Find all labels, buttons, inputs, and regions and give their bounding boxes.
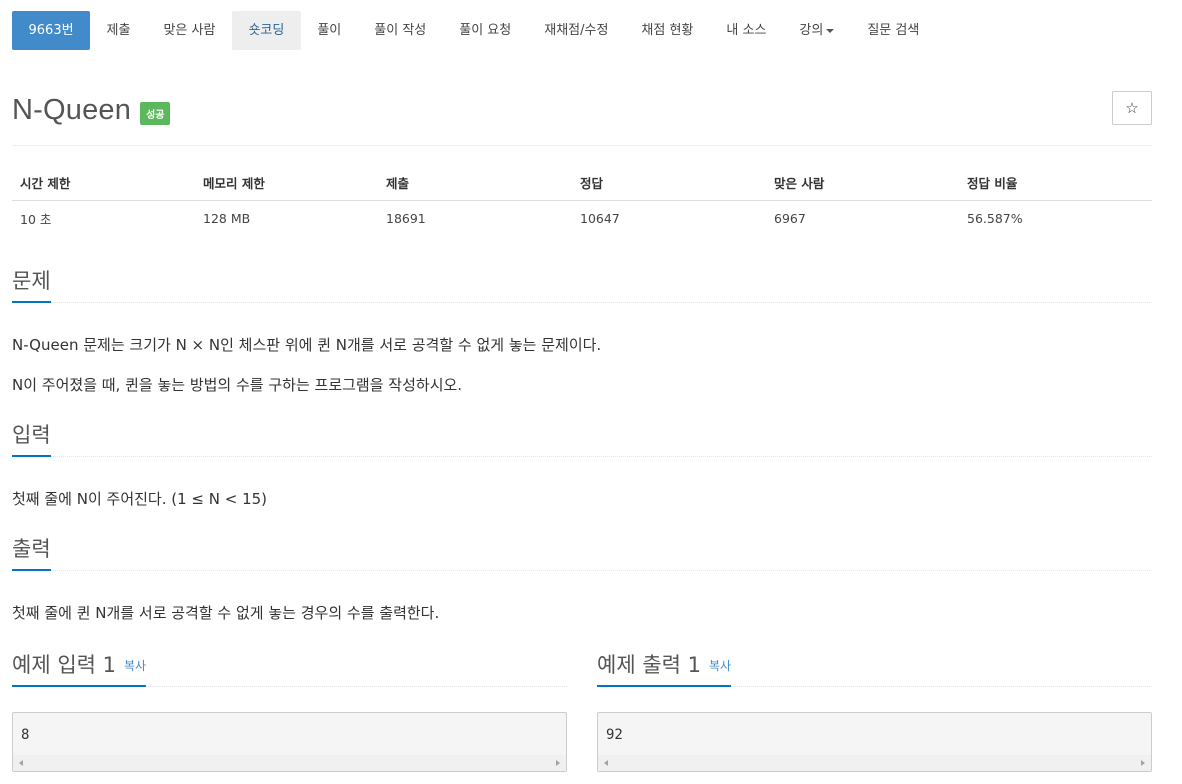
- sample-input-title: 예제 입력 1: [12, 653, 116, 677]
- cell-accept-ratio: 56.587%: [967, 210, 1023, 226]
- tab-problem-number[interactable]: 9663번: [12, 11, 91, 50]
- scroll-right-icon[interactable]: [1141, 760, 1145, 766]
- sample-input-header: 예제 입력 1 복사: [12, 652, 567, 687]
- output-description: 첫째 줄에 퀸 N개를 서로 공격할 수 없게 놓는 경우의 수를 출력한다.: [12, 604, 440, 622]
- sample-input-heading: 예제 입력 1 복사: [12, 652, 147, 687]
- scroll-left-icon[interactable]: [604, 760, 608, 766]
- tab-write-solution[interactable]: 풀이 작성: [358, 11, 443, 50]
- problem-heading: 문제: [12, 268, 51, 303]
- input-section-header: 입력: [12, 422, 1152, 457]
- tab-accepted-users[interactable]: 맞은 사람: [147, 11, 232, 50]
- horizontal-scrollbar[interactable]: [13, 755, 566, 771]
- problem-section-header: 문제: [12, 268, 1152, 303]
- header-accepted-users: 맞은 사람: [766, 166, 959, 201]
- problem-info-table: 시간 제한 메모리 제한 제출 정답 맞은 사람 정답 비율 10 초 128 …: [12, 166, 1152, 236]
- star-icon: ☆: [1125, 99, 1139, 117]
- output-heading: 출력: [12, 536, 51, 571]
- info-table-row: 10 초 128 MB 18691 10647 6967 56.587%: [12, 200, 1152, 236]
- input-description: 첫째 줄에 N이 주어진다. (1 ≤ N < 15): [12, 490, 268, 508]
- tab-my-source[interactable]: 내 소스: [710, 11, 783, 50]
- scroll-left-icon[interactable]: [19, 760, 23, 766]
- status-badge: 성공: [140, 101, 171, 125]
- cell-accepted-users: 6967: [774, 210, 806, 226]
- copy-sample-input-button[interactable]: 복사: [124, 659, 146, 673]
- cell-submissions: 18691: [386, 210, 426, 226]
- horizontal-scrollbar[interactable]: [598, 755, 1151, 771]
- tab-submit[interactable]: 제출: [90, 11, 147, 50]
- header-submissions: 제출: [378, 166, 572, 201]
- sample-output-box[interactable]: 92: [597, 712, 1152, 772]
- tab-request-solution[interactable]: 풀이 요청: [443, 11, 528, 50]
- sample-output-heading: 예제 출력 1 복사: [597, 652, 732, 687]
- sample-input-value: 8: [21, 727, 30, 743]
- sample-input-box[interactable]: 8: [12, 712, 567, 772]
- tab-question-search[interactable]: 질문 검색: [851, 11, 936, 50]
- copy-sample-output-button[interactable]: 복사: [709, 659, 731, 673]
- sample-output-value: 92: [606, 727, 623, 743]
- header-accept-ratio: 정답 비율: [959, 166, 1152, 201]
- problem-title-row: N-Queen 성공: [12, 88, 171, 132]
- info-table-header-row: 시간 제한 메모리 제한 제출 정답 맞은 사람 정답 비율: [12, 166, 1152, 201]
- header-memory-limit: 메모리 제한: [195, 166, 378, 201]
- problem-description-1: N-Queen 문제는 크기가 N × N인 체스판 위에 퀸 N개를 서로 공…: [12, 336, 602, 354]
- caret-down-icon: [826, 28, 835, 33]
- header-time-limit: 시간 제한: [12, 166, 195, 201]
- tab-lectures-label: 강의: [799, 23, 824, 38]
- scroll-right-icon[interactable]: [556, 760, 560, 766]
- problem-menu-tabs: 9663번 제출 맞은 사람 숏코딩 풀이 풀이 작성 풀이 요청 재채점/수정…: [12, 11, 936, 50]
- tab-rejudge[interactable]: 재채점/수정: [528, 11, 625, 50]
- input-heading: 입력: [12, 422, 51, 457]
- output-section-header: 출력: [12, 536, 1152, 571]
- tab-lectures-dropdown[interactable]: 강의: [783, 11, 851, 50]
- tab-short-coding[interactable]: 숏코딩: [231, 11, 301, 50]
- tab-judge-status[interactable]: 채점 현황: [625, 11, 710, 50]
- sample-output-header: 예제 출력 1 복사: [597, 652, 1152, 687]
- favorite-star-button[interactable]: ☆: [1112, 91, 1152, 125]
- cell-time-limit: 10 초: [20, 211, 52, 227]
- header-accepted: 정답: [572, 166, 766, 201]
- problem-description-2: N이 주어졌을 때, 퀸을 놓는 방법의 수를 구하는 프로그램을 작성하시오.: [12, 376, 463, 394]
- sample-output-title: 예제 출력 1: [597, 653, 701, 677]
- cell-memory-limit: 128 MB: [203, 210, 251, 226]
- tab-solutions[interactable]: 풀이: [301, 11, 358, 50]
- cell-accepted: 10647: [580, 210, 620, 226]
- title-divider: [12, 145, 1152, 146]
- problem-title: N-Queen: [12, 93, 132, 126]
